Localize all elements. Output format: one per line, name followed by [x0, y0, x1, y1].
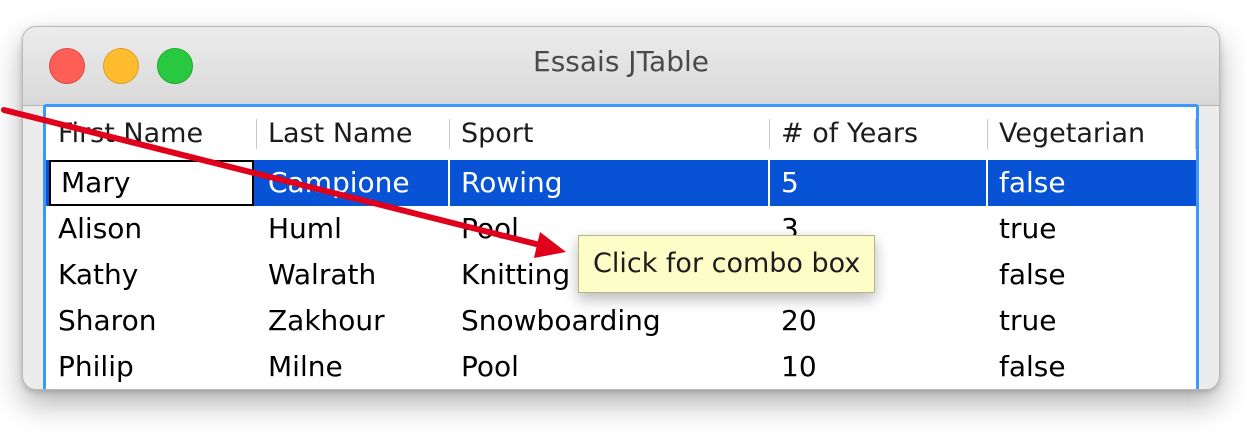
- table-cell[interactable]: Zakhour: [256, 298, 449, 344]
- column-header-last-name[interactable]: Last Name: [256, 107, 449, 160]
- tooltip: Click for combo box: [578, 235, 876, 293]
- table-cell[interactable]: Rowing: [449, 160, 769, 206]
- app-window: Essais JTable First Name Last Name Sport…: [22, 26, 1220, 390]
- table-cell[interactable]: Milne: [256, 344, 449, 389]
- table-cell[interactable]: 10: [769, 344, 987, 389]
- table-cell[interactable]: Kathy: [46, 252, 256, 298]
- table-cell[interactable]: false: [987, 252, 1196, 298]
- window-title: Essais JTable: [533, 45, 709, 78]
- table-cell[interactable]: 5: [769, 160, 987, 206]
- table-row[interactable]: Sharon Zakhour Snowboarding 20 true: [46, 298, 1196, 344]
- column-header-first-name[interactable]: First Name: [46, 107, 256, 160]
- table-cell[interactable]: Huml: [256, 206, 449, 252]
- table-cell-focused[interactable]: Mary: [49, 160, 254, 206]
- table-cell[interactable]: false: [987, 160, 1196, 206]
- table-row-selected[interactable]: Mary Campione Rowing 5 false: [46, 160, 1196, 206]
- column-header-years[interactable]: # of Years: [769, 107, 987, 160]
- column-header-vegetarian[interactable]: Vegetarian: [987, 107, 1196, 160]
- title-bar[interactable]: Essais JTable: [23, 27, 1219, 106]
- table-cell[interactable]: Pool: [449, 344, 769, 389]
- table-cell[interactable]: true: [987, 298, 1196, 344]
- table-cell[interactable]: Alison: [46, 206, 256, 252]
- table-header: First Name Last Name Sport # of Years Ve…: [46, 107, 1196, 160]
- table-cell[interactable]: Campione: [256, 160, 449, 206]
- table-cell[interactable]: true: [987, 206, 1196, 252]
- table-cell[interactable]: Philip: [46, 344, 256, 389]
- table-cell[interactable]: 20: [769, 298, 987, 344]
- table-cell[interactable]: Sharon: [46, 298, 256, 344]
- column-divider[interactable]: [1195, 119, 1196, 149]
- table-cell[interactable]: Snowboarding: [449, 298, 769, 344]
- column-header-sport[interactable]: Sport: [449, 107, 769, 160]
- table-cell[interactable]: Walrath: [256, 252, 449, 298]
- table-cell[interactable]: false: [987, 344, 1196, 389]
- table-row[interactable]: Philip Milne Pool 10 false: [46, 344, 1196, 389]
- screenshot-stage: Essais JTable First Name Last Name Sport…: [0, 0, 1246, 447]
